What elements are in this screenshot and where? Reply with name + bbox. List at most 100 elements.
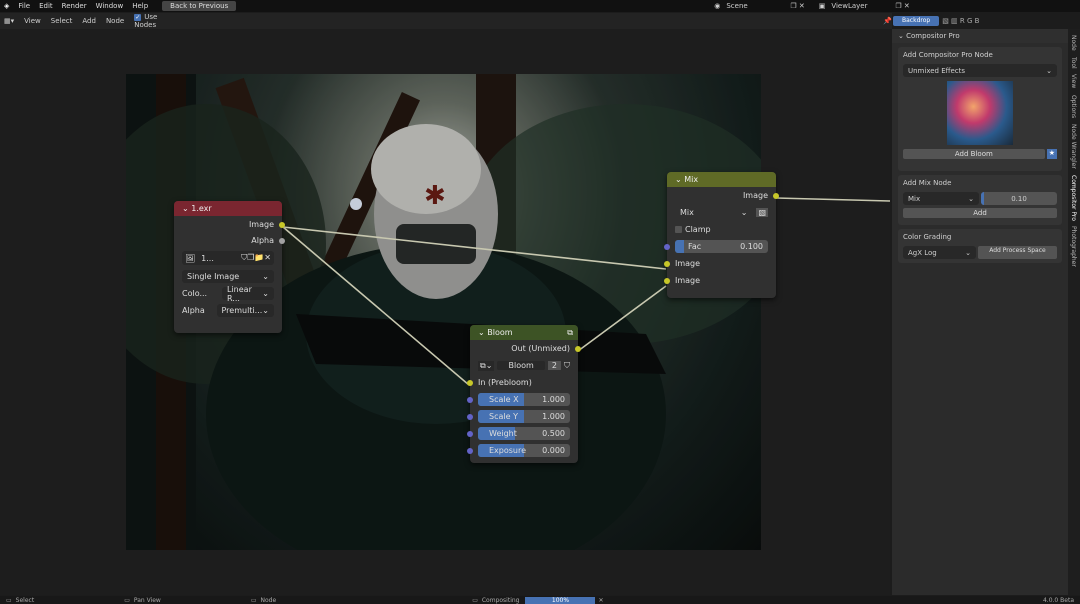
menu-add[interactable]: Add bbox=[82, 17, 96, 25]
view-layer-actions-icon[interactable]: ❐ ✕ bbox=[895, 2, 909, 10]
bloom-param-value: 1.000 bbox=[542, 412, 565, 421]
bloom-param-slider[interactable]: Scale Y 1.000 bbox=[478, 410, 570, 423]
fake-user-icon[interactable]: ⛉ bbox=[564, 361, 570, 371]
collapse-icon[interactable]: ⌄ bbox=[675, 175, 682, 184]
node-title: Bloom bbox=[487, 328, 513, 337]
menu-file[interactable]: File bbox=[18, 2, 30, 10]
sidebar-tab[interactable]: Node Wrangler bbox=[1070, 124, 1077, 169]
sidebar-tab[interactable]: Options bbox=[1070, 95, 1077, 118]
status-bar: ▭ Select ▭ Pan View ▭ Node ▭ Compositing 100… bbox=[0, 596, 1080, 604]
back-to-previous-button[interactable]: Back to Previous bbox=[162, 1, 237, 11]
fac-slider[interactable]: Fac 0.100 bbox=[675, 240, 768, 253]
bloom-param-value: 0.500 bbox=[542, 429, 565, 438]
collapse-icon[interactable]: ⌄ bbox=[898, 32, 904, 40]
menu-edit[interactable]: Edit bbox=[39, 2, 53, 10]
mix-type-dropdown[interactable]: Mix ⌄ bbox=[903, 192, 979, 205]
bloom-param-socket[interactable] bbox=[467, 413, 473, 420]
scene-actions-icon[interactable]: ❐ ✕ bbox=[790, 2, 804, 10]
add-bloom-button[interactable]: Add Bloom bbox=[903, 149, 1045, 159]
add-node-section-label: Add Compositor Pro Node bbox=[903, 51, 993, 59]
node-header[interactable]: ⌄ 1.exr bbox=[174, 201, 282, 216]
source-value: Single Image bbox=[187, 272, 240, 281]
mix-factor-slider[interactable]: 0.10 bbox=[981, 192, 1057, 205]
menu-node[interactable]: Node bbox=[106, 17, 124, 25]
pin-icon[interactable]: 📌 bbox=[883, 17, 892, 25]
mouse-right-icon: ▭ bbox=[250, 596, 257, 604]
status-node: Node bbox=[260, 596, 277, 604]
sidebar-header[interactable]: ⌄ Compositor Pro bbox=[892, 29, 1068, 43]
top-menu-bar: ◈ File Edit Render Window Help Back to P… bbox=[0, 0, 1080, 12]
alpha-mode-dropdown[interactable]: Premulti... ⌄ bbox=[216, 304, 274, 317]
sidebar-tab[interactable]: Node bbox=[1070, 35, 1077, 51]
backdrop-button[interactable]: Backdrop bbox=[893, 16, 940, 26]
output-image-socket[interactable] bbox=[773, 192, 779, 199]
chevron-down-icon: ⌄ bbox=[262, 289, 269, 298]
node-header[interactable]: ⌄ Bloom ⧉ bbox=[470, 325, 578, 340]
node-header[interactable]: ⌄ Mix bbox=[667, 172, 776, 187]
bloom-param-label: Exposure bbox=[489, 446, 527, 455]
blender-logo-icon[interactable]: ◈ bbox=[4, 2, 9, 10]
sidebar-tab[interactable]: Photographer bbox=[1070, 226, 1077, 267]
color-space-dropdown[interactable]: Linear R... ⌄ bbox=[222, 285, 274, 303]
menu-view[interactable]: View bbox=[24, 17, 41, 25]
bloom-param-slider[interactable]: Weight 0.500 bbox=[478, 427, 570, 440]
editor-type-icon[interactable]: ▦▾ bbox=[4, 17, 14, 25]
scene-name[interactable]: Scene bbox=[726, 2, 786, 10]
favorite-star-icon[interactable]: ★ bbox=[1046, 149, 1057, 159]
blend-type-dropdown[interactable]: Mix ⌄ bbox=[675, 206, 753, 219]
bloom-param-slider[interactable]: Exposure 0.000 bbox=[478, 444, 570, 457]
chevron-down-icon: ⌄ bbox=[968, 194, 974, 203]
use-alpha-icon[interactable]: ▧ bbox=[756, 208, 768, 217]
alpha-mode-label: Alpha bbox=[182, 306, 205, 315]
menu-window[interactable]: Window bbox=[96, 2, 124, 10]
scene-icon: ◉ bbox=[714, 2, 721, 10]
node-group-name[interactable]: Bloom bbox=[497, 361, 545, 370]
view-layer-name[interactable]: ViewLayer bbox=[831, 2, 891, 10]
sidebar-tab[interactable]: Compositor Pro bbox=[1070, 175, 1077, 221]
fac-fill bbox=[675, 240, 685, 253]
collapse-icon[interactable]: ⌄ bbox=[478, 328, 485, 337]
blend-type-value: Mix bbox=[680, 208, 694, 217]
sidebar-panel: ⌄ Compositor Pro Add Compositor Pro Node… bbox=[892, 29, 1068, 595]
sidebar-tab[interactable]: Tool bbox=[1070, 57, 1077, 69]
node-group-browse-icon[interactable]: ⧉⌄ bbox=[478, 360, 495, 371]
input-prebloom-socket[interactable] bbox=[467, 379, 473, 386]
source-dropdown[interactable]: Single Image ⌄ bbox=[182, 270, 274, 283]
output-unmixed-socket[interactable] bbox=[575, 345, 581, 352]
bloom-param-socket[interactable] bbox=[467, 447, 473, 454]
cancel-icon[interactable]: ✕ bbox=[598, 597, 603, 604]
input-image-1-socket[interactable] bbox=[664, 260, 670, 267]
input-image-2-socket[interactable] bbox=[664, 277, 670, 284]
channel-buttons[interactable]: ▧ ▥ R G B bbox=[942, 17, 979, 25]
output-alpha-socket[interactable] bbox=[279, 237, 285, 244]
fac-socket[interactable] bbox=[664, 243, 670, 250]
image-actions-icon[interactable]: ⛉❐📁✕ bbox=[241, 253, 271, 263]
add-mix-button[interactable]: Add bbox=[903, 208, 1057, 218]
chevron-down-icon: ⌄ bbox=[965, 248, 971, 257]
clamp-checkbox[interactable] bbox=[675, 226, 682, 233]
effects-dropdown[interactable]: Unmixed Effects ⌄ bbox=[903, 64, 1057, 77]
agx-value: AgX Log bbox=[908, 248, 937, 257]
bloom-param-label: Scale X bbox=[489, 395, 519, 404]
menu-render[interactable]: Render bbox=[62, 2, 87, 10]
bloom-param-socket[interactable] bbox=[467, 430, 473, 437]
image-browse-icon[interactable]: 🖼 bbox=[185, 254, 195, 263]
image-file-name[interactable]: 1... bbox=[201, 254, 239, 263]
use-nodes-toggle[interactable]: ✓ Use Nodes bbox=[134, 13, 179, 29]
agx-dropdown[interactable]: AgX Log ⌄ bbox=[903, 246, 976, 259]
add-process-space-button[interactable]: Add Process Space bbox=[978, 246, 1057, 259]
alpha-mode-value: Premulti... bbox=[221, 306, 263, 315]
bloom-node[interactable]: ⌄ Bloom ⧉ Out (Unmixed) ⧉⌄ Bloom 2 ⛉ In (Pre… bbox=[467, 325, 581, 463]
user-count[interactable]: 2 bbox=[547, 361, 561, 370]
color-grading-panel: Color Grading AgX Log ⌄ Add Process Space bbox=[898, 229, 1062, 263]
sidebar-tab[interactable]: View bbox=[1070, 74, 1077, 88]
menu-select[interactable]: Select bbox=[51, 17, 73, 25]
bloom-preview-thumbnail[interactable] bbox=[947, 81, 1013, 145]
mix-node[interactable]: ⌄ Mix Image Mix ⌄ ▧ Clamp Fac 0.100 Image I… bbox=[664, 172, 779, 298]
collapse-icon[interactable]: ⌄ bbox=[182, 204, 189, 213]
bloom-param-slider[interactable]: Scale X 1.000 bbox=[478, 393, 570, 406]
output-image-socket[interactable] bbox=[279, 221, 285, 228]
image-node[interactable]: ⌄ 1.exr Image Alpha 🖼 1... ⛉❐📁✕ Single Ima… bbox=[174, 201, 285, 333]
bloom-param-socket[interactable] bbox=[467, 396, 473, 403]
menu-help[interactable]: Help bbox=[132, 2, 148, 10]
